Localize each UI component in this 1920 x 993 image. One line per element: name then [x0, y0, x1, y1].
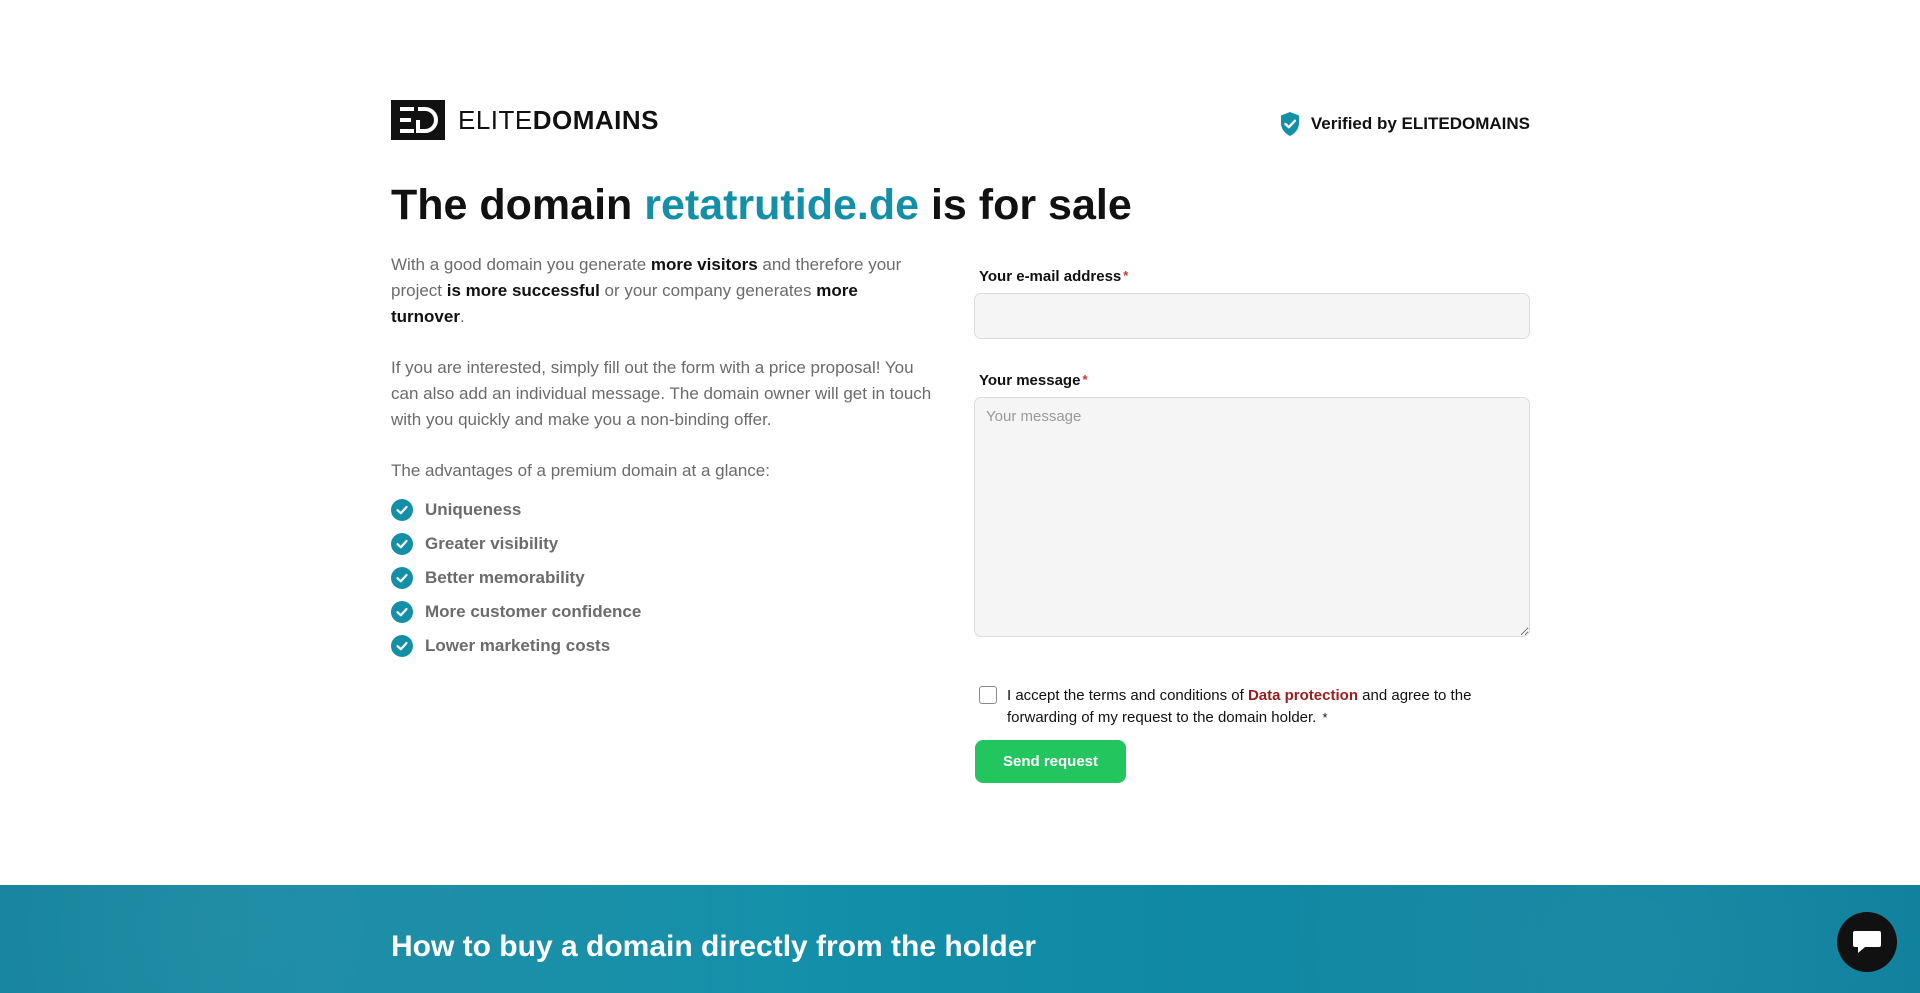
- list-item: More customer confidence: [391, 595, 936, 629]
- shield-check-icon: [1280, 112, 1299, 136]
- logo-mark-icon: [400, 107, 438, 133]
- intro-paragraph-1: With a good domain you generate more vis…: [391, 252, 936, 330]
- intro-bold: more visitors: [650, 255, 758, 274]
- verified-badge: Verified by ELITEDOMAINS: [1279, 111, 1530, 137]
- accept-checkbox[interactable]: [979, 686, 997, 704]
- verified-label: Verified by ELITEDOMAINS: [1310, 114, 1530, 133]
- chat-bubble-icon: [1853, 931, 1881, 953]
- logo-mark: [391, 100, 445, 140]
- intro-column: With a good domain you generate more vis…: [391, 252, 936, 663]
- message-label-text: Your message: [979, 372, 1081, 389]
- required-mark: *: [1123, 268, 1129, 283]
- elitedomains-logo[interactable]: ELITEDOMAINS: [391, 100, 659, 140]
- logo-wordmark-bold: DOMAINS: [532, 105, 660, 135]
- benefit-label: Uniqueness: [425, 500, 522, 519]
- banner-title: How to buy a domain directly from the ho…: [391, 930, 1037, 963]
- list-item: Better memorability: [391, 561, 936, 595]
- accept-text-a: I accept the terms and conditions of: [1007, 687, 1248, 704]
- list-item: Uniqueness: [391, 493, 936, 527]
- required-mark: *: [1322, 710, 1328, 725]
- title-suffix: is for sale: [919, 181, 1132, 229]
- required-mark: *: [1082, 372, 1088, 387]
- check-circle-icon: [391, 601, 413, 623]
- intro-bold: is more successful: [446, 281, 600, 300]
- page-title: The domain retatrutide.de is for sale: [391, 178, 1132, 232]
- how-to-buy-banner: How to buy a domain directly from the ho…: [0, 885, 1920, 993]
- data-protection-link[interactable]: Data protection: [1248, 687, 1358, 704]
- benefits-list: Uniqueness Greater visibility Better mem…: [391, 493, 936, 663]
- send-request-button[interactable]: Send request: [975, 740, 1126, 783]
- email-label-text: Your e-mail address: [979, 268, 1122, 285]
- domain-name: retatrutide.de: [644, 181, 920, 229]
- title-prefix: The domain: [391, 181, 645, 229]
- accept-text: I accept the terms and conditions of Dat…: [1007, 685, 1499, 729]
- accept-terms: I accept the terms and conditions of Dat…: [979, 685, 1499, 729]
- intro-text: .: [459, 307, 465, 326]
- contact-form: Your e-mail address* Your message* I acc…: [974, 268, 1530, 783]
- list-item: Lower marketing costs: [391, 629, 936, 663]
- check-circle-icon: [391, 533, 413, 555]
- message-field[interactable]: [974, 397, 1530, 637]
- intro-text: or your company generates: [599, 281, 817, 300]
- logo-wordmark-light: ELITE: [458, 105, 533, 135]
- logo-wordmark: ELITEDOMAINS: [458, 107, 659, 133]
- list-item: Greater visibility: [391, 527, 936, 561]
- email-label: Your e-mail address *: [979, 268, 1530, 285]
- email-field[interactable]: [974, 293, 1530, 339]
- intro-text: With a good domain you generate: [391, 255, 651, 274]
- benefit-label: Better memorability: [425, 568, 585, 587]
- benefit-label: Greater visibility: [425, 534, 559, 553]
- advantages-title: The advantages of a premium domain at a …: [391, 461, 770, 480]
- chat-button[interactable]: [1837, 912, 1897, 972]
- check-circle-icon: [391, 499, 413, 521]
- check-circle-icon: [391, 567, 413, 589]
- benefit-label: More customer confidence: [425, 602, 642, 621]
- intro-paragraph-2: If you are interested, simply fill out t…: [391, 358, 932, 429]
- benefit-label: Lower marketing costs: [425, 636, 611, 655]
- check-circle-icon: [391, 635, 413, 657]
- message-label: Your message *: [979, 372, 1530, 389]
